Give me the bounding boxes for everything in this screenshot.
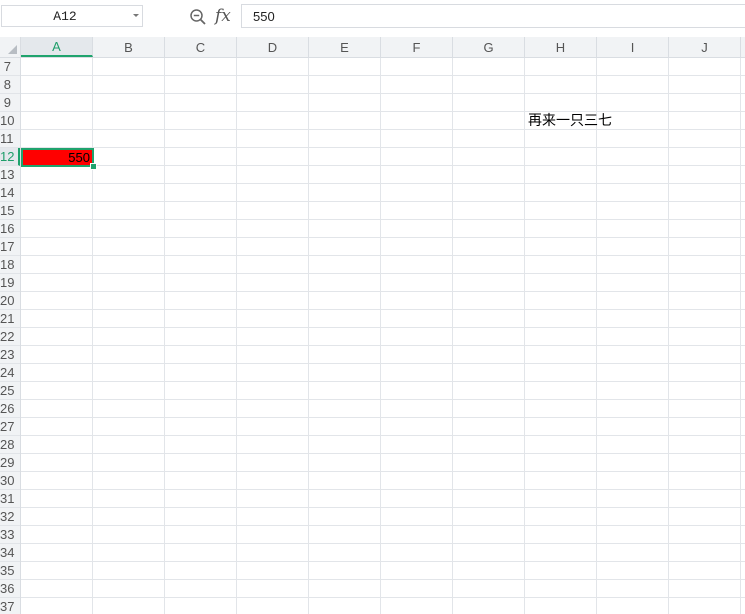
row-header-17[interactable]: 17 (0, 238, 20, 256)
fill-handle[interactable] (90, 163, 97, 170)
row-header-9[interactable]: 9 (0, 94, 20, 112)
row-header-34[interactable]: 34 (0, 544, 20, 562)
formula-input-text: 550 (253, 9, 275, 24)
column-header-d[interactable]: D (237, 37, 309, 57)
chevron-down-icon[interactable] (133, 14, 139, 17)
formula-bar: A12 fx 550 (0, 0, 745, 38)
row-header-bar: 7 8 9 10 11 12 13 14 15 16 17 18 19 20 21 22 23 24 25 26 27 2… (0, 58, 21, 614)
column-header-i[interactable]: I (597, 37, 669, 57)
fx-icon[interactable]: fx (215, 6, 231, 26)
row-header-14[interactable]: 14 (0, 184, 20, 202)
row-header-37[interactable]: 37 (0, 598, 20, 614)
row-header-23[interactable]: 23 (0, 346, 20, 364)
cell-h10[interactable]: 再来一只三七 (525, 112, 612, 130)
cell-grid[interactable]: 550 再来一只三七 (21, 58, 745, 614)
row-header-29[interactable]: 29 (0, 454, 20, 472)
row-header-19[interactable]: 19 (0, 274, 20, 292)
row-header-15[interactable]: 15 (0, 202, 20, 220)
column-header-g[interactable]: G (453, 37, 525, 57)
row-header-16[interactable]: 16 (0, 220, 20, 238)
row-header-26[interactable]: 26 (0, 400, 20, 418)
row-header-8[interactable]: 8 (0, 76, 20, 94)
row-header-31[interactable]: 31 (0, 490, 20, 508)
row-header-32[interactable]: 32 (0, 508, 20, 526)
column-header-c[interactable]: C (165, 37, 237, 57)
select-all-corner[interactable] (0, 37, 21, 58)
name-box-text: A12 (53, 9, 77, 24)
column-header-j[interactable]: J (669, 37, 741, 57)
row-header-25[interactable]: 25 (0, 382, 20, 400)
name-box[interactable]: A12 (1, 5, 143, 27)
column-header-f[interactable]: F (381, 37, 453, 57)
row-header-33[interactable]: 33 (0, 526, 20, 544)
row-header-10[interactable]: 10 (0, 112, 20, 130)
row-header-13[interactable]: 13 (0, 166, 20, 184)
row-header-36[interactable]: 36 (0, 580, 20, 598)
column-header-bar: ABCDEFGHIJ (21, 37, 745, 58)
column-header-h[interactable]: H (525, 37, 597, 57)
row-header-30[interactable]: 30 (0, 472, 20, 490)
column-header-e[interactable]: E (309, 37, 381, 57)
column-header-a[interactable]: A (21, 37, 93, 57)
row-header-11[interactable]: 11 (0, 130, 20, 148)
row-header-24[interactable]: 24 (0, 364, 20, 382)
row-header-21[interactable]: 21 (0, 310, 20, 328)
row-header-18[interactable]: 18 (0, 256, 20, 274)
row-header-7[interactable]: 7 (0, 58, 20, 76)
cell-a12-value: 550 (68, 150, 90, 165)
select-all-triangle-icon (8, 45, 17, 54)
formula-input[interactable]: 550 (241, 4, 745, 28)
column-header-b[interactable]: B (93, 37, 165, 57)
row-header-27[interactable]: 27 (0, 418, 20, 436)
cell-a12[interactable]: 550 (21, 148, 94, 167)
row-header-28[interactable]: 28 (0, 436, 20, 454)
row-header-12[interactable]: 12 (0, 148, 20, 166)
row-header-22[interactable]: 22 (0, 328, 20, 346)
zoom-out-icon[interactable] (189, 8, 207, 26)
row-header-35[interactable]: 35 (0, 562, 20, 580)
row-header-20[interactable]: 20 (0, 292, 20, 310)
